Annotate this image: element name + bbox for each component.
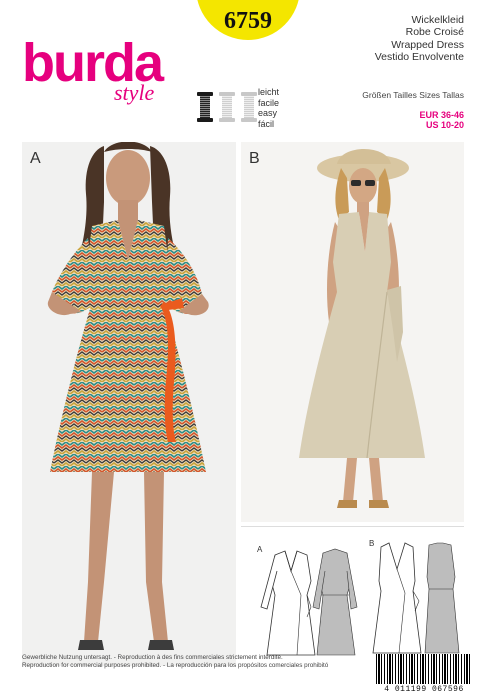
pattern-number-badge: 6759	[196, 0, 300, 40]
title-french: Robe Croisé	[405, 26, 464, 39]
spool-icon	[218, 92, 236, 124]
woman-zigzag-wrap-dress-photo	[47, 142, 209, 650]
sizes-us: US 10-20	[425, 120, 464, 130]
difficulty-english: easy	[258, 108, 278, 119]
title-english: Wrapped Dress	[391, 38, 464, 51]
pattern-titles: Wickelkleid Robe Croisé Wrapped Dress Ve…	[375, 14, 464, 64]
title-german: Wickelkleid	[411, 14, 464, 26]
barcode-bars-icon	[376, 654, 472, 684]
dress-b-flat-drawing	[372, 542, 460, 654]
copyright-notice: Gewerbliche Nutzung untersagt. - Reprodu…	[22, 654, 362, 670]
dress-a-flat-drawing	[260, 548, 358, 656]
difficulty-german: leicht	[258, 87, 280, 97]
difficulty-spools	[196, 92, 258, 124]
technical-drawings: A B	[241, 526, 464, 666]
spool-icon	[240, 92, 258, 124]
title-spanish: Vestido Envolvente	[374, 51, 464, 64]
photo-view-a: A	[22, 142, 236, 666]
pattern-number: 6759	[224, 8, 272, 34]
difficulty-labels: leicht facile easy fácil	[258, 87, 279, 129]
logo-subtitle: style	[114, 80, 155, 105]
sizes-label: Größen Tailles Sizes Tallas	[362, 90, 464, 100]
sizes-eur: EUR 36-46	[419, 110, 464, 120]
copyright-line-2: Reproduction for commercial purposes pro…	[22, 661, 329, 669]
photo-b-label: B	[249, 150, 260, 167]
burda-style-logo: burda style	[22, 36, 164, 104]
woman-beige-wrap-dress-hat-photo	[299, 149, 425, 508]
barcode-number: 4 011199 067596	[384, 685, 464, 694]
barcode: 4 011199 067596	[372, 654, 476, 694]
copyright-line-1: Gewerbliche Nutzung untersagt. - Reprodu…	[22, 654, 283, 661]
difficulty-spanish: fácil	[258, 118, 275, 129]
difficulty-french: facile	[258, 97, 280, 108]
spool-icon	[196, 92, 214, 124]
photo-a-label: A	[30, 150, 41, 167]
photo-view-b: B	[241, 142, 464, 522]
